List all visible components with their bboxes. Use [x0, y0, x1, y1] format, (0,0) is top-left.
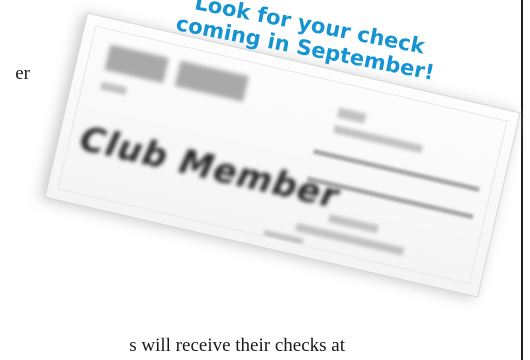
check-payee-blurred: Club Member [76, 118, 343, 218]
check-blur-subtext [100, 81, 128, 96]
body-text-fragment: er [15, 64, 30, 83]
check-blur-signature-b [295, 223, 405, 256]
check-blur-address [333, 125, 423, 154]
check-blur-header-a [104, 44, 169, 84]
check-blur-signature-a [328, 214, 379, 234]
column-rule [521, 0, 523, 360]
check-blur-signature-c [263, 229, 304, 245]
body-text-fragment-bottom: s will receive their checks at [129, 336, 345, 355]
